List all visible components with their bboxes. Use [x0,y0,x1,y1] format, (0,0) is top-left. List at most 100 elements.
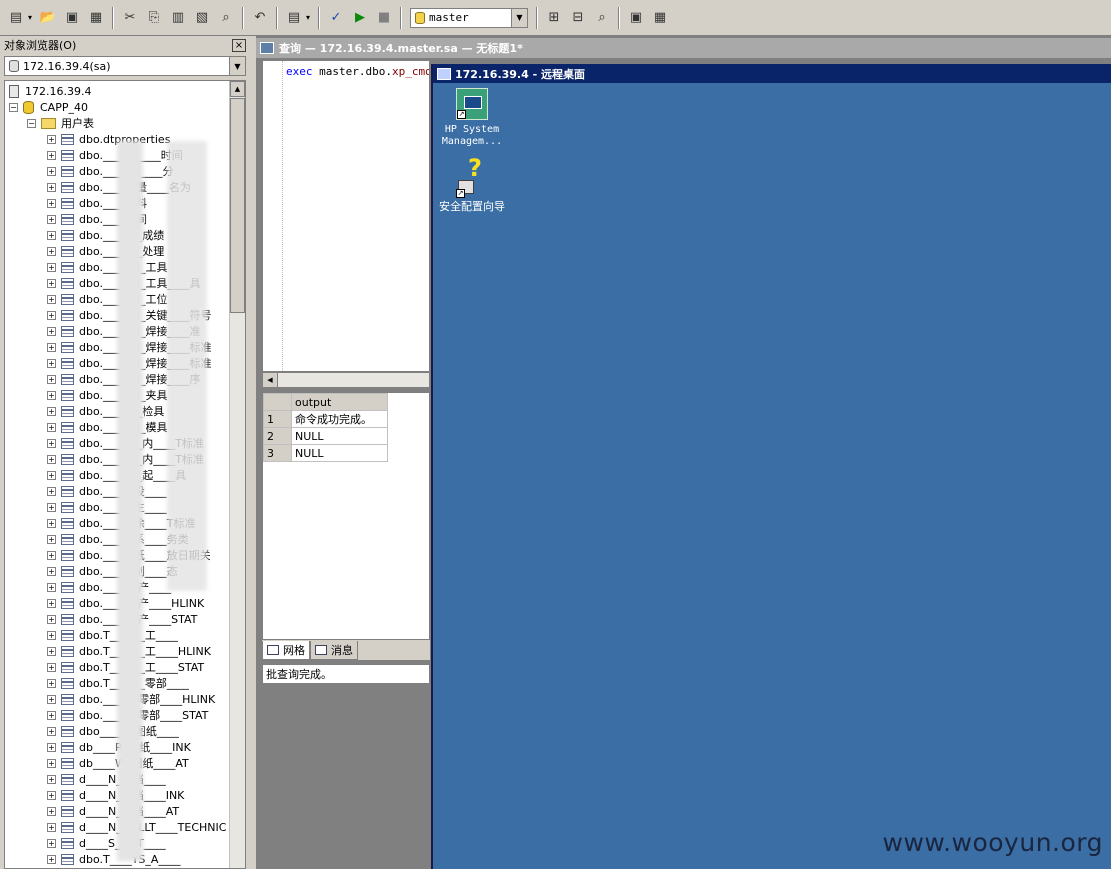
options-icon[interactable]: ▣ [625,7,647,29]
expand-icon[interactable]: + [47,214,56,224]
find-icon[interactable]: ⌕ [215,7,237,29]
server-select[interactable]: 172.16.39.4(sa) ▼ [4,56,246,76]
expand-icon[interactable]: + [47,726,56,736]
tree-node-database[interactable]: − CAPP_40 [9,99,88,115]
tree-node-table[interactable]: +dbo____R_图纸____ [47,723,179,739]
paste-icon[interactable]: ▥ [167,7,189,29]
expand-icon[interactable]: + [47,646,56,656]
expand-icon[interactable]: + [47,262,56,272]
load-script-icon[interactable]: ▦ [85,7,107,29]
execute-icon[interactable]: ▶ [349,7,371,29]
expand-icon[interactable]: + [47,598,56,608]
tree-node-server[interactable]: 172.16.39.4 [9,83,91,99]
cell-value[interactable]: NULL [291,427,388,445]
expand-icon[interactable]: + [47,838,56,848]
cell-value[interactable]: 命令成功完成。 [291,410,388,428]
tree-node-table[interactable]: +dbo.____IDI_工位 [47,291,167,307]
expand-icon[interactable]: + [47,230,56,240]
object-search-icon[interactable]: ⌕ [591,7,613,29]
cut-icon[interactable]: ✂ [119,7,141,29]
expand-icon[interactable]: + [47,342,56,352]
expand-icon[interactable]: + [47,374,56,384]
tree-node-table[interactable]: +dbo.____DS____分 [47,163,173,179]
expand-icon[interactable]: + [47,758,56,768]
expand-icon[interactable]: + [47,774,56,784]
expand-icon[interactable]: + [47,134,56,144]
expand-icon[interactable]: + [47,246,56,256]
expand-icon[interactable]: + [47,390,56,400]
tree-node-table[interactable]: +dbo.____I_制____态 [47,563,178,579]
tree-node-table[interactable]: +d____S____T____ [47,835,166,851]
tree-node-table[interactable]: +dbo.____I_设____ [47,483,167,499]
column-header[interactable]: output [291,393,388,411]
tree-node-table[interactable]: +dbo.____DI_处理 [47,243,164,259]
tree-node-user-tables[interactable]: − 用户表 [27,115,94,131]
tree-node-table[interactable]: +dbo.____DI_成绩 [47,227,164,243]
save-icon[interactable]: ▣ [61,7,83,29]
tree-node-table[interactable]: +dbo.____R_产____ [47,579,171,595]
expand-icon[interactable]: + [47,518,56,528]
expand-icon[interactable]: + [47,486,56,496]
expand-icon[interactable]: + [47,182,56,192]
tab-grid[interactable]: 网格 [262,641,310,660]
tree-node-table[interactable]: +d____N_文档____ [47,771,166,787]
expand-icon[interactable]: + [47,326,56,336]
expand-icon[interactable]: + [47,454,56,464]
tree-node-table[interactable]: +dbo.____ST____时间 [47,147,183,163]
expand-icon[interactable]: + [47,310,56,320]
tree-node-table[interactable]: +dbo.T____R_工____ [47,627,178,643]
tree-node-table[interactable]: +dbo.____I_生____ [47,499,167,515]
expand-icon[interactable]: + [47,790,56,800]
expand-icon[interactable]: + [47,198,56,208]
scroll-up-icon[interactable]: ▲ [230,81,245,97]
scroll-left-icon[interactable]: ◀ [263,373,278,387]
tree-node-table[interactable]: +dbo.____DI_检具 [47,403,164,419]
remote-desktop-title-bar[interactable]: 172.16.39.4 - 远程桌面 [433,64,1111,83]
expand-icon[interactable]: + [47,662,56,672]
table-row[interactable]: 3 NULL [263,444,388,462]
table-row[interactable]: 2 NULL [263,427,388,445]
expand-icon[interactable]: + [47,166,56,176]
object-browser-icon[interactable]: ⊟ [567,7,589,29]
close-icon[interactable]: × [232,38,246,52]
collapse-icon[interactable]: − [9,102,18,112]
tree-node-table[interactable]: +d____N_文档____INK [47,787,184,803]
expand-icon[interactable]: + [47,358,56,368]
expand-icon[interactable]: + [47,294,56,304]
expand-icon[interactable]: + [47,822,56,832]
scroll-thumb[interactable] [230,98,245,313]
desktop-icon-hp-system-management[interactable]: ↗ HP System Managem... [437,88,507,148]
expand-icon[interactable]: + [47,582,56,592]
remote-desktop-window[interactable]: 172.16.39.4 - 远程桌面 ↗ HP System Managem..… [431,64,1111,869]
clear-icon[interactable]: ▧ [191,7,213,29]
database-select[interactable]: master ▼ [410,7,528,28]
results-pane-icon[interactable]: ▦ [649,7,671,29]
expand-icon[interactable]: + [47,694,56,704]
new-query-icon[interactable]: ▤ [5,7,27,29]
expand-icon[interactable]: + [47,150,56,160]
desktop-icon-security-wizard[interactable]: ? ↗ 安全配置向导 [433,156,511,213]
expand-icon[interactable]: + [47,534,56,544]
undo-icon[interactable]: ↶ [249,7,271,29]
parse-icon[interactable]: ✓ [325,7,347,29]
stop-icon[interactable]: ■ [373,7,395,29]
expand-icon[interactable]: + [47,550,56,560]
collapse-icon[interactable]: − [27,118,36,128]
expand-icon[interactable]: + [47,502,56,512]
expand-icon[interactable]: + [47,806,56,816]
expand-icon[interactable]: + [47,438,56,448]
table-row[interactable]: 1 命令成功完成。 [263,410,388,428]
tree-scrollbar[interactable]: ▲ [229,81,245,868]
show-plan-icon[interactable]: ⊞ [543,7,565,29]
expand-icon[interactable]: + [47,630,56,640]
open-icon[interactable]: 📂 [37,7,59,29]
expand-icon[interactable]: + [47,710,56,720]
expand-icon[interactable]: + [47,406,56,416]
tree-node-table[interactable]: +d____N_文档____AT [47,803,179,819]
tree-node-table[interactable]: +dbo.____IDI_夹具 [47,387,167,403]
results-mode-icon[interactable]: ▤ [283,7,305,29]
new-query-dropdown-icon[interactable]: ▾ [28,13,36,22]
expand-icon[interactable]: + [47,566,56,576]
expand-icon[interactable]: + [47,278,56,288]
copy-icon[interactable]: ⎘ [143,7,165,29]
